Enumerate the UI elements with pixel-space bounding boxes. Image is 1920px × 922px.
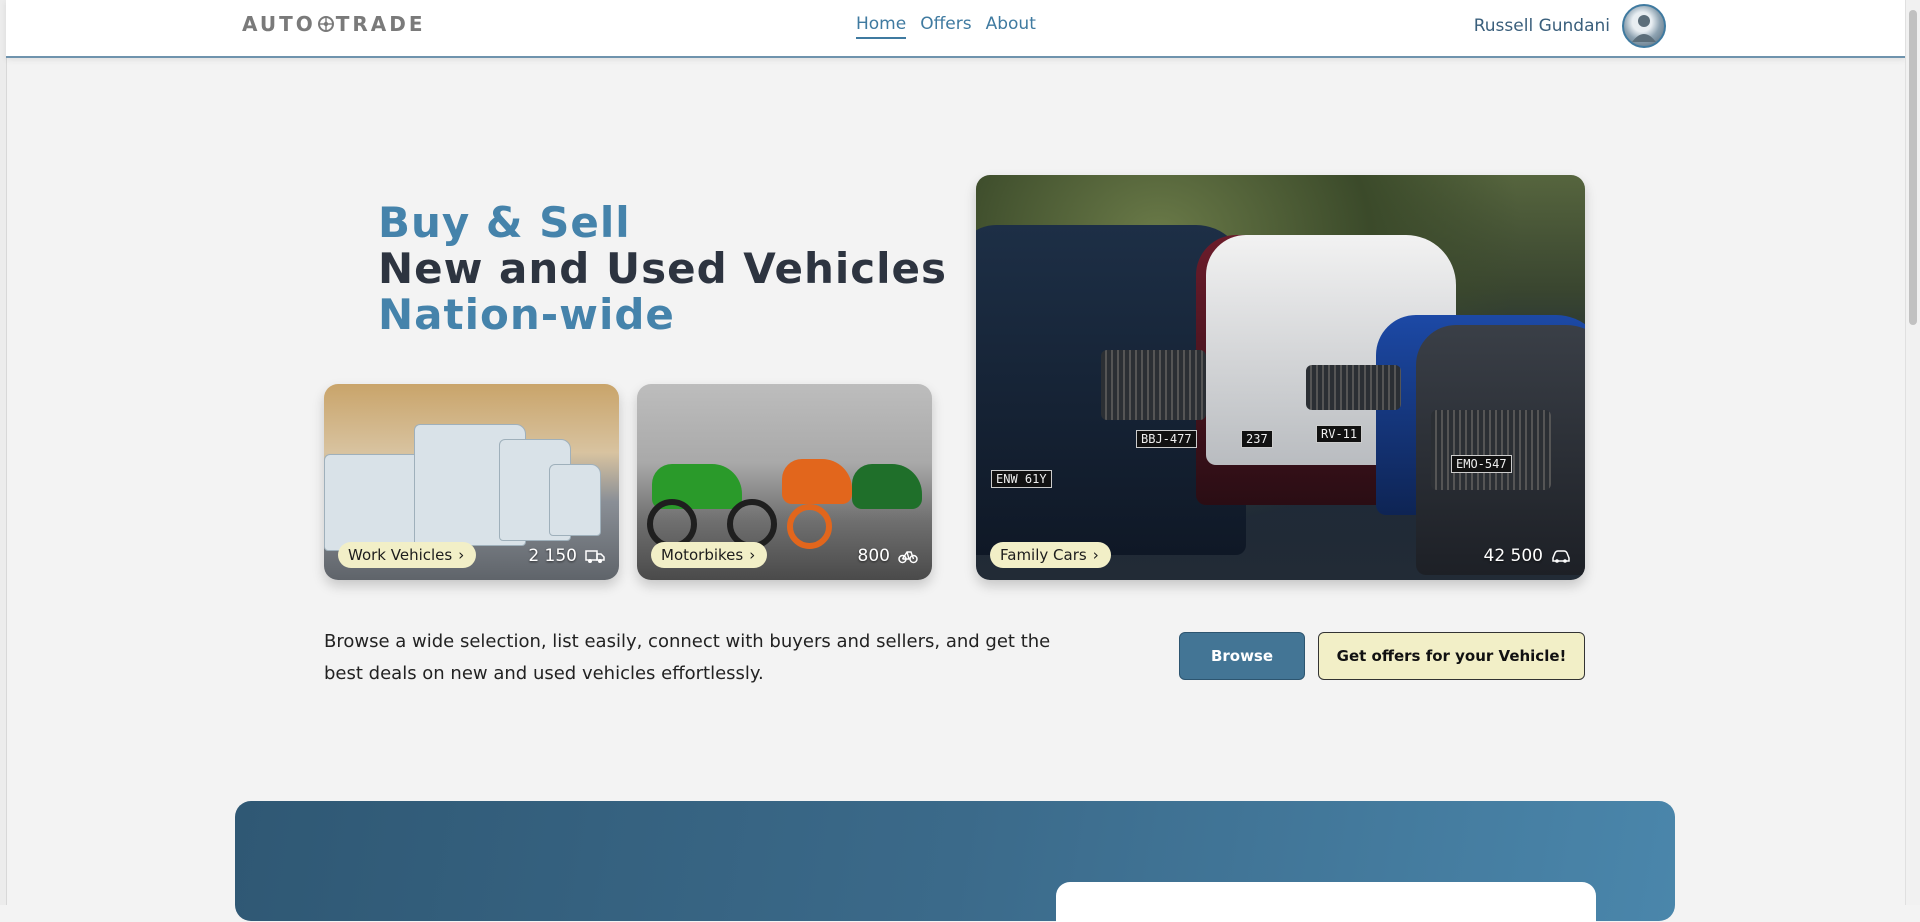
logo-text-right: TRADE — [335, 12, 426, 36]
category-card-motorbikes[interactable]: Motorbikes › 800 — [637, 384, 932, 580]
window-left-edge — [0, 0, 7, 905]
logo[interactable]: AUTO TRADE — [242, 12, 426, 36]
user-name[interactable]: Russell Gundani — [1474, 16, 1610, 36]
plate-1: ENW 61Y — [991, 470, 1052, 488]
user-menu[interactable]: Russell Gundani — [1474, 4, 1666, 48]
logo-text-left: AUTO — [242, 12, 316, 36]
plate-2: BBJ-477 — [1136, 430, 1197, 448]
chevron-right-icon: › — [458, 546, 465, 564]
plate-4: RV-11 — [1316, 425, 1363, 443]
nav-link-home[interactable]: Home — [856, 14, 907, 39]
plate-3: 237 — [1241, 430, 1273, 448]
category-count-family-cars: 42 500 — [1484, 546, 1571, 566]
count-value-work-vehicles: 2 150 — [528, 546, 577, 566]
hero-line-buy-sell: Buy & Sell — [378, 198, 631, 247]
main-nav: Home Offers About — [856, 14, 1036, 39]
hero-heading: Buy & Sell New and Used Vehicles Nation-… — [378, 200, 947, 338]
car-icon — [1552, 550, 1570, 563]
bike-icon — [898, 551, 918, 564]
category-label-work-vehicles: Work Vehicles — [348, 546, 453, 564]
hero-tagline: Browse a wide selection, list easily, co… — [324, 631, 1051, 684]
top-navbar: AUTO TRADE Home Offers About Russell Gun… — [6, 0, 1906, 58]
hero-line-nationwide: Nation-wide — [378, 290, 675, 339]
nav-link-offers[interactable]: Offers — [920, 14, 971, 39]
category-pill-family-cars[interactable]: Family Cars › — [990, 542, 1111, 568]
nav-link-about[interactable]: About — [986, 14, 1036, 39]
avatar-image — [1632, 15, 1656, 42]
wheel-icon — [317, 16, 334, 32]
category-count-work-vehicles: 2 150 — [528, 546, 605, 566]
offers-form-card — [1056, 882, 1596, 922]
get-offers-button[interactable]: Get offers for your Vehicle! — [1318, 632, 1585, 680]
category-count-motorbikes: 800 — [858, 546, 918, 566]
category-label-family-cars: Family Cars — [1000, 546, 1087, 564]
hero-line-vehicles: New and Used Vehicles — [378, 244, 948, 293]
count-value-family-cars: 42 500 — [1483, 546, 1543, 566]
scrollbar-thumb[interactable] — [1909, 10, 1917, 325]
page-scrollbar[interactable] — [1905, 0, 1920, 905]
plate-5: EMO-547 — [1451, 455, 1512, 473]
browse-button[interactable]: Browse — [1179, 632, 1305, 680]
category-label-motorbikes: Motorbikes — [661, 546, 744, 564]
count-value-motorbikes: 800 — [857, 546, 890, 566]
category-card-family-cars[interactable]: ENW 61Y BBJ-477 237 RV-11 EMO-547 Family… — [976, 175, 1585, 580]
chevron-right-icon: › — [1092, 546, 1099, 564]
avatar[interactable] — [1622, 4, 1666, 48]
truck-icon — [585, 550, 605, 563]
category-card-work-vehicles[interactable]: Work Vehicles › 2 150 — [324, 384, 619, 580]
chevron-right-icon: › — [749, 546, 756, 564]
category-pill-work-vehicles[interactable]: Work Vehicles › — [338, 542, 477, 568]
category-pill-motorbikes[interactable]: Motorbikes › — [651, 542, 768, 568]
